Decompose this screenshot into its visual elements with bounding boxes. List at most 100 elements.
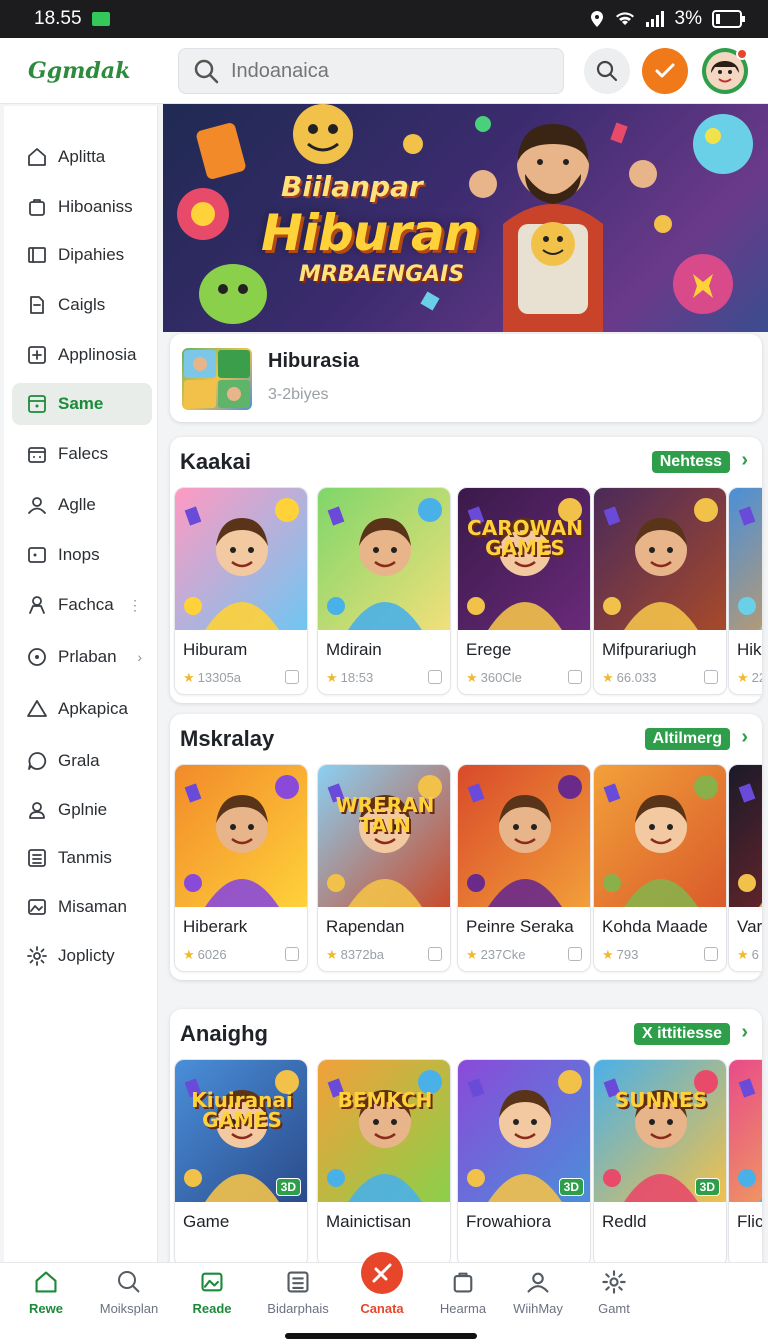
game-rating: ★ 237Cke [466, 947, 525, 963]
nav-rewe[interactable]: Rewe [1, 1269, 91, 1319]
nav-label: Gamt [598, 1301, 630, 1316]
rating-count: 22 [751, 670, 762, 685]
share-icon[interactable] [704, 947, 718, 961]
sidebar-item-label: Joplicty [58, 946, 115, 965]
sidebar-item-joplicty[interactable]: Joplicty [12, 935, 152, 977]
sidebar-item-label: Aplitta [58, 147, 106, 166]
game-card[interactable]: Kiuiranai GAMES 3D Game [174, 1059, 308, 1262]
game-title: Varc [737, 917, 762, 936]
game-rating: ★ 793 [602, 947, 638, 963]
game-card[interactable]: Hiburam ★ 13305a [174, 487, 308, 695]
game-card[interactable]: Kohda Maade ★ 793 [593, 764, 727, 972]
game-card[interactable]: WRERAN TAIN Rapendan ★ 8372ba [317, 764, 451, 972]
game-art [594, 488, 726, 630]
nav-bidarphais[interactable]: Bidarphais [253, 1269, 343, 1319]
search-input[interactable] [231, 59, 531, 83]
share-icon[interactable] [285, 670, 299, 684]
confirm-button[interactable] [642, 48, 688, 94]
fire-icon [360, 1252, 404, 1295]
section-title: Kaakai [180, 449, 251, 474]
see-more-button[interactable]: Altilmerg [644, 728, 730, 750]
search-icon [596, 60, 618, 82]
nav-moiksplan[interactable]: Moiksplan [84, 1269, 174, 1319]
avatar[interactable] [702, 48, 748, 94]
chevron-right-icon[interactable]: › [137, 649, 142, 665]
game-card[interactable]: 3D Frowahiora [457, 1059, 591, 1262]
search-icon [116, 1269, 142, 1295]
share-icon[interactable] [428, 670, 442, 684]
game-card[interactable]: Hiko ★22 [728, 487, 762, 695]
app-logo[interactable]: Ggmdak [28, 58, 148, 84]
sidebar-item-caigls[interactable]: Caigls [12, 284, 152, 326]
game-card[interactable]: Mdirain ★ 18:53 [317, 487, 451, 695]
see-more-button[interactable]: X ittitiesse [633, 1023, 730, 1045]
game-card[interactable]: CAROWAN GAMES Erege ★ 360Cle [457, 487, 591, 695]
game-rating: ★ 360Cle [466, 670, 522, 686]
sidebar-item-aglle[interactable]: Aglle [12, 484, 152, 526]
more-icon[interactable]: ⋮ [128, 597, 142, 614]
sidebar-item-aplitta[interactable]: Aplitta [12, 136, 152, 178]
game-card[interactable]: Varc ★6 [728, 764, 762, 972]
nav-canata[interactable]: Canata [337, 1252, 427, 1319]
see-more-button[interactable]: Nehtess [651, 451, 730, 473]
sidebar-item-tanmis[interactable]: Tanmis [12, 837, 152, 879]
share-icon[interactable] [704, 670, 718, 684]
search-button[interactable] [584, 48, 630, 94]
book-icon [26, 244, 48, 266]
sidebar-item-apkapica[interactable]: Apkapica [12, 688, 152, 730]
chevron-right-icon[interactable]: › [741, 726, 748, 749]
rating-count: 237Cke [480, 947, 526, 962]
share-icon[interactable] [568, 670, 582, 684]
nav-gamt[interactable]: Gamt [569, 1269, 659, 1319]
image-icon [199, 1269, 225, 1295]
bag-icon [26, 196, 48, 218]
search-bar[interactable] [178, 48, 564, 94]
game-title: Peinre Seraka [466, 917, 574, 936]
share-icon[interactable] [428, 947, 442, 961]
sidebar-item-prlaban[interactable]: Prlaban › [12, 636, 152, 678]
sidebar-item-same[interactable]: Same [12, 383, 152, 425]
sidebar-item-fachca[interactable]: Fachca ⋮ [12, 584, 152, 626]
game-card[interactable]: Peinre Seraka ★ 237Cke [457, 764, 591, 972]
game-art [318, 1060, 450, 1202]
sidebar-item-falecs[interactable]: Falecs [12, 433, 152, 475]
game-card[interactable]: SUNNES 3D Redld [593, 1059, 727, 1262]
nav-label: Hearma [439, 1301, 487, 1316]
3d-badge: 3D [558, 1178, 584, 1196]
notification-icon [91, 12, 110, 26]
game-card[interactable]: Mifpurariugh ★ 66.033 [593, 487, 727, 695]
3d-badge: 3D [694, 1178, 720, 1196]
rating-count: 6 [751, 947, 759, 962]
battery-icon [712, 10, 745, 28]
game-thumbnail: BEMKCH [318, 1060, 450, 1202]
share-icon[interactable] [285, 947, 299, 961]
sidebar-item-gplnie[interactable]: Gplnie [12, 789, 152, 831]
notification-dot [736, 48, 748, 60]
nav-label: Bidarphais [267, 1301, 329, 1316]
promo-card[interactable]: Hiburasia 3-2biyes [170, 334, 762, 422]
game-card[interactable]: Hiberark ★ 6026 [174, 764, 308, 972]
chevron-right-icon[interactable]: › [741, 1021, 748, 1044]
sidebar-item-misaman[interactable]: Misaman [12, 886, 152, 928]
share-icon[interactable] [568, 947, 582, 961]
sidebar-item-inops[interactable]: Inops [12, 534, 152, 576]
game-thumbnail [594, 765, 726, 907]
game-card[interactable]: Flic [728, 1059, 762, 1262]
game-title: Mdirain [326, 640, 382, 659]
game-card[interactable]: BEMKCH Mainictisan [317, 1059, 451, 1262]
chevron-right-icon[interactable]: › [741, 449, 748, 472]
hero-banner[interactable]: Biilanpar Hiburan MRBAENGAIS [163, 104, 768, 332]
sidebar-item-grala[interactable]: Grala [12, 740, 152, 782]
app-icon [26, 344, 48, 366]
sidebar-item-hiboaniss[interactable]: Hiboaniss [12, 186, 152, 228]
sidebar-item-label: Applinosia [58, 345, 137, 364]
status-bar: 18.55 3% [0, 0, 768, 38]
game-art [318, 488, 450, 630]
promo-thumbnail [182, 348, 252, 410]
sidebar-item-applinosia[interactable]: Applinosia [12, 334, 152, 376]
sidebar-item-dipahies[interactable]: Dipahies [12, 234, 152, 276]
home-indicator[interactable] [285, 1333, 477, 1339]
star-icon: ★ [466, 947, 478, 962]
image-icon [26, 896, 48, 918]
nav-reade[interactable]: Reade [167, 1269, 257, 1319]
